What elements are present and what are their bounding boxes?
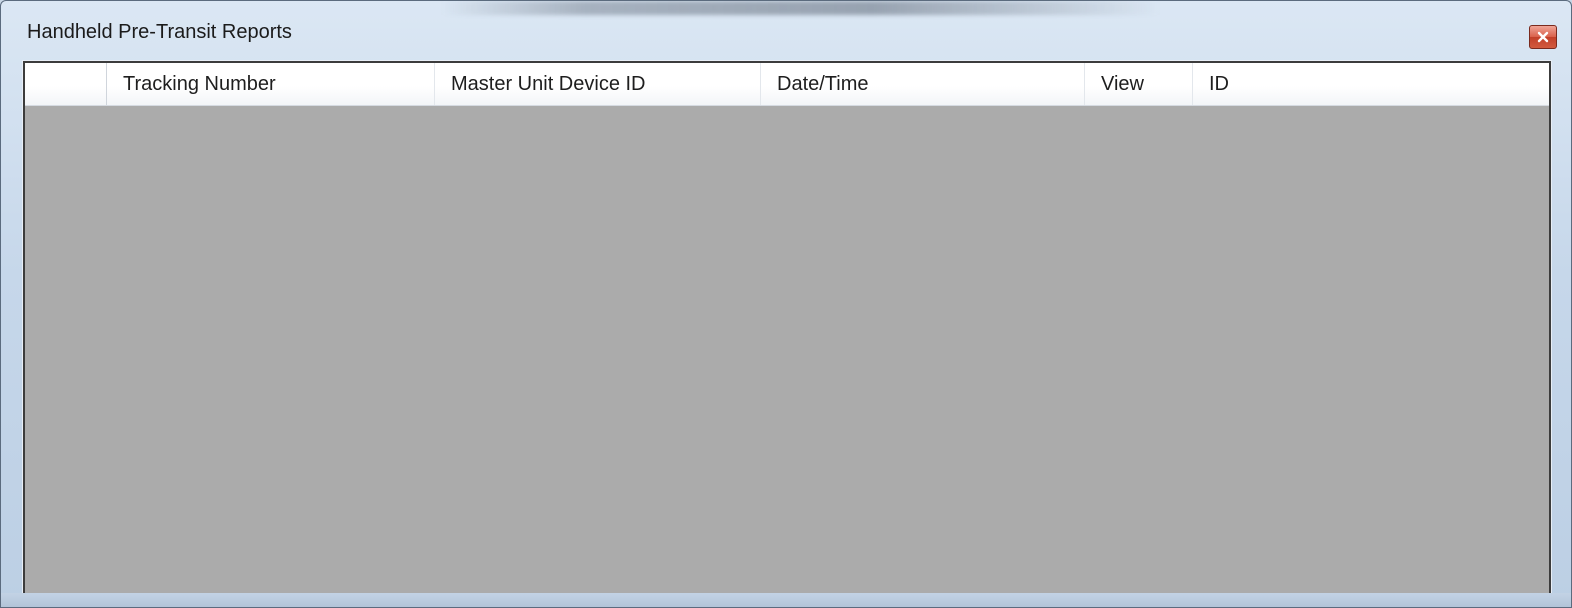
- column-header-view[interactable]: View: [1085, 63, 1193, 105]
- grid-empty-area: [25, 106, 1549, 593]
- title-bar[interactable]: Handheld Pre-Transit Reports: [1, 1, 1571, 59]
- column-header-master-unit-device-id[interactable]: Master Unit Device ID: [435, 63, 761, 105]
- close-button[interactable]: [1529, 25, 1557, 49]
- report-window: Handheld Pre-Transit Reports Tracking Nu…: [0, 0, 1572, 608]
- close-icon: [1537, 31, 1549, 43]
- column-header-tracking-number[interactable]: Tracking Number: [107, 63, 435, 105]
- row-header-corner[interactable]: [25, 63, 107, 105]
- column-header-id[interactable]: ID: [1193, 63, 1549, 105]
- reports-grid[interactable]: Tracking Number Master Unit Device ID Da…: [22, 60, 1552, 596]
- window-bottom-border: [1, 593, 1571, 607]
- grid-header-row: Tracking Number Master Unit Device ID Da…: [25, 63, 1549, 106]
- window-title: Handheld Pre-Transit Reports: [27, 21, 292, 43]
- column-header-date-time[interactable]: Date/Time: [761, 63, 1085, 105]
